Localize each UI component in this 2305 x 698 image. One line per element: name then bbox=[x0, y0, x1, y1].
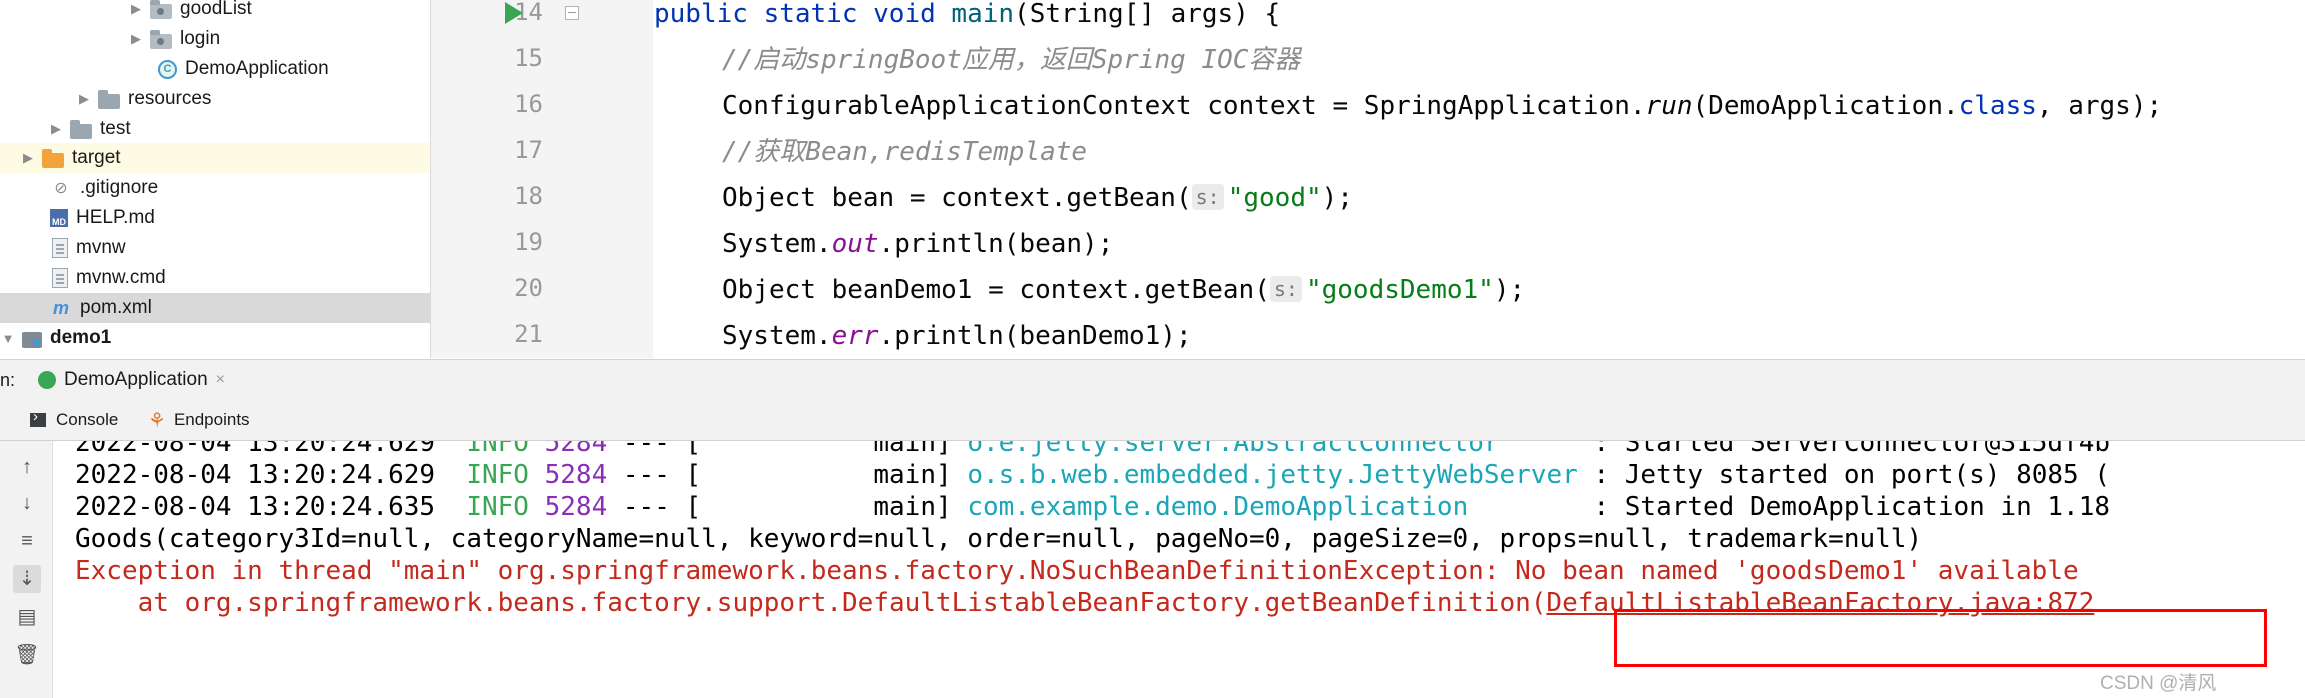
code-line-16: ConfigurableApplicationContext context =… bbox=[722, 91, 2163, 121]
tree-item-goodlist[interactable]: ▶ goodList bbox=[0, 0, 430, 24]
tree-item-label: resources bbox=[128, 88, 212, 109]
folder-icon bbox=[98, 89, 120, 109]
tree-item-label: goodList bbox=[180, 0, 252, 19]
tree-item-mvnw-cmd[interactable]: mvnw.cmd bbox=[0, 263, 430, 293]
run-tab-demoapplication[interactable]: DemoApplication × bbox=[38, 360, 225, 400]
down-arrow-icon[interactable]: ↓ bbox=[13, 489, 41, 517]
folder-icon bbox=[70, 119, 92, 139]
editor-gutter: 14 15 16 17 18 19 20 21 bbox=[431, 0, 653, 358]
file-icon bbox=[52, 268, 68, 288]
parameter-hint: s: bbox=[1269, 276, 1302, 302]
code-line-20: Object beanDemo1 = context.getBean(s: "go… bbox=[722, 275, 1526, 305]
tree-item-label: mvnw.cmd bbox=[76, 267, 166, 288]
tree-item-pom-xml[interactable]: m pom.xml bbox=[0, 293, 430, 323]
tree-item-demo1[interactable]: ▼ demo1 bbox=[0, 323, 430, 353]
code-line-19: System.out.println(bean); bbox=[722, 229, 1114, 259]
exception-line: Exception in thread "main" org.springfra… bbox=[75, 556, 2079, 586]
package-icon bbox=[150, 29, 172, 49]
tree-item-login[interactable]: ▶ login bbox=[0, 24, 430, 54]
goods-output-line: Goods(category3Id=null, categoryName=nul… bbox=[75, 524, 1923, 554]
code-line-18: Object bean = context.getBean(s: "good"); bbox=[722, 183, 1353, 213]
markdown-icon: MD bbox=[50, 209, 68, 227]
tree-item-label: test bbox=[100, 118, 131, 139]
line-number: 16 bbox=[514, 90, 543, 118]
line-number: 19 bbox=[514, 228, 543, 256]
module-icon bbox=[22, 332, 42, 348]
log-line: 2022-08-04 13:20:24.629 INFO 5284 --- [ … bbox=[75, 441, 2111, 458]
console-icon bbox=[30, 408, 46, 427]
expand-arrow-icon[interactable]: ▶ bbox=[76, 91, 92, 107]
scroll-to-end-icon[interactable]: ⇣ bbox=[13, 565, 41, 593]
line-number: 20 bbox=[514, 274, 543, 302]
tree-item-test[interactable]: ▶ test bbox=[0, 114, 430, 144]
watermark: CSDN @清风 bbox=[2100, 673, 2217, 694]
code-line-17: //获取Bean,redisTemplate bbox=[722, 137, 1088, 167]
tab-endpoints[interactable]: ⚘ Endpoints bbox=[148, 400, 250, 440]
tree-item-target[interactable]: ▶ target bbox=[0, 143, 430, 173]
run-window-label: n: bbox=[0, 370, 16, 390]
print-icon[interactable]: ▤ bbox=[13, 603, 41, 631]
tree-item-gitignore[interactable]: ⊘ .gitignore bbox=[0, 173, 430, 203]
folder-icon bbox=[42, 148, 64, 168]
code-editor[interactable]: public static void main(String[] args) {… bbox=[654, 0, 2305, 358]
line-number: 21 bbox=[514, 320, 543, 348]
run-gutter-icon[interactable] bbox=[505, 2, 523, 24]
log-line: 2022-08-04 13:20:24.635 INFO 5284 --- [ … bbox=[75, 492, 2111, 522]
highlight-box bbox=[1614, 609, 2267, 667]
line-number: 18 bbox=[514, 182, 543, 210]
expand-arrow-icon[interactable]: ▶ bbox=[48, 121, 64, 137]
trash-icon[interactable]: 🗑 bbox=[13, 641, 41, 669]
run-subtabs: Console ⚘ Endpoints bbox=[0, 400, 2305, 441]
parameter-hint: s: bbox=[1191, 184, 1224, 210]
tree-item-label: DemoApplication bbox=[185, 58, 329, 79]
tree-item-label: HELP.md bbox=[76, 207, 155, 228]
close-icon[interactable]: × bbox=[216, 371, 225, 389]
line-number: 14 bbox=[514, 0, 543, 26]
code-line-15: //启动springBoot应用，返回Spring IOC容器 bbox=[722, 45, 1301, 75]
line-number: 15 bbox=[514, 44, 543, 72]
endpoints-icon: ⚘ bbox=[148, 409, 166, 432]
tree-item-mvnw[interactable]: mvnw bbox=[0, 233, 430, 263]
spring-class-icon: C bbox=[158, 59, 177, 79]
up-arrow-icon[interactable]: ↑ bbox=[13, 453, 41, 481]
line-number: 17 bbox=[514, 136, 543, 164]
expand-arrow-icon[interactable]: ▶ bbox=[128, 31, 144, 47]
console-toolbar: ↑ ↓ ≡ ⇣ ▤ 🗑 bbox=[0, 441, 53, 698]
tree-item-resources[interactable]: ▶ resources bbox=[0, 84, 430, 114]
log-line: 2022-08-04 13:20:24.629 INFO 5284 --- [ … bbox=[75, 460, 2111, 490]
tree-item-demoapplication[interactable]: C DemoApplication bbox=[0, 54, 430, 84]
tree-item-label: .gitignore bbox=[80, 177, 159, 198]
file-icon bbox=[52, 238, 68, 258]
tree-item-help-md[interactable]: MD HELP.md bbox=[0, 203, 430, 233]
code-line-14: public static void main(String[] args) { bbox=[654, 0, 1281, 29]
expand-arrow-icon[interactable]: ▶ bbox=[128, 1, 144, 17]
tree-item-label: target bbox=[72, 147, 121, 168]
fold-icon[interactable] bbox=[565, 6, 579, 20]
run-tab-label: DemoApplication bbox=[64, 369, 208, 390]
package-icon bbox=[150, 0, 172, 19]
gitignore-icon: ⊘ bbox=[54, 180, 68, 197]
collapse-arrow-icon[interactable]: ▼ bbox=[0, 330, 16, 346]
tree-item-label: mvnw bbox=[76, 237, 126, 258]
soft-wrap-icon[interactable]: ≡ bbox=[13, 527, 41, 555]
exception-message: : No bean named 'goodsDemo1' available bbox=[1483, 556, 2079, 586]
project-tree: ▶ goodList ▶ login C DemoApplication ▶ r… bbox=[0, 0, 431, 358]
spring-boot-run-icon bbox=[38, 371, 56, 389]
maven-icon: m bbox=[52, 298, 69, 318]
tab-console[interactable]: Console bbox=[30, 400, 118, 440]
tree-item-label: login bbox=[180, 28, 221, 49]
tree-item-label: demo1 bbox=[50, 327, 112, 348]
code-line-21: System.err.println(beanDemo1); bbox=[722, 321, 1192, 351]
run-tool-window-header: n: DemoApplication × bbox=[0, 359, 2305, 400]
tree-item-label: pom.xml bbox=[80, 297, 152, 318]
expand-arrow-icon[interactable]: ▶ bbox=[20, 150, 36, 166]
